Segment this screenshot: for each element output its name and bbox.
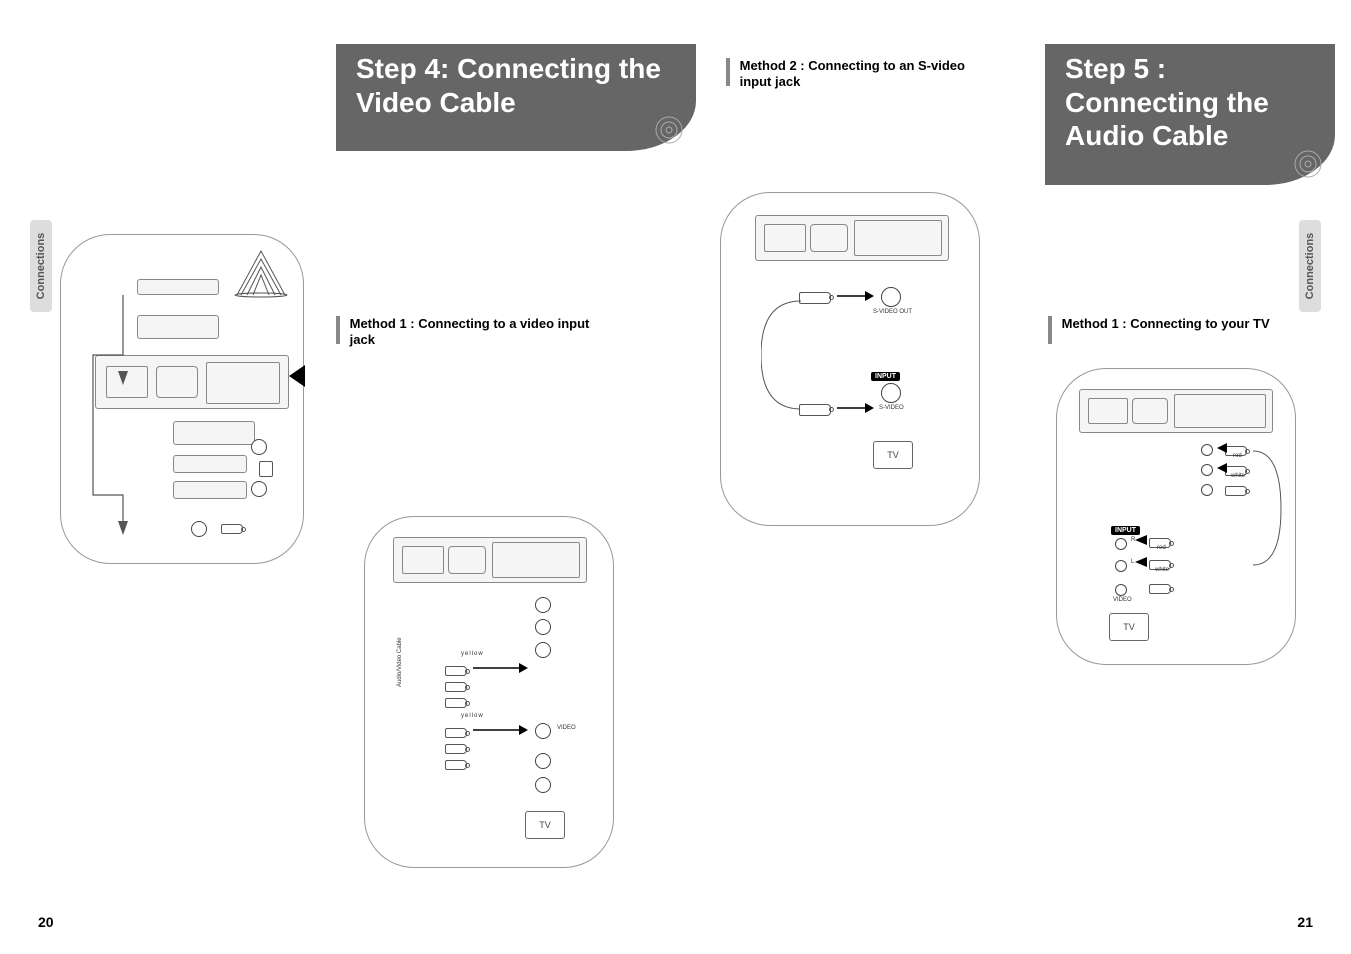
arrow-icon (1133, 555, 1147, 569)
method1-video-label: Method 1 : Connecting to a video input j… (336, 316, 610, 347)
white-label: white (1231, 473, 1245, 479)
method1-tv-text: Method 1 : Connecting to your TV (1062, 316, 1270, 332)
triangle-marker-icon (287, 365, 307, 387)
side-tab-right: Connections (1299, 220, 1321, 312)
arrow-icon (473, 661, 529, 675)
port (1201, 443, 1213, 461)
port (535, 777, 551, 798)
plug-icon (221, 521, 267, 539)
port (191, 521, 207, 542)
label-marker (1048, 316, 1052, 344)
disc-icon (1293, 149, 1323, 179)
input-label: INPUT (871, 372, 900, 381)
connection-overview-diagram (60, 234, 304, 564)
label-marker (726, 58, 730, 86)
device-box (173, 481, 247, 499)
cable-icon (1251, 449, 1283, 567)
video-label: VIDEO (557, 725, 576, 731)
dvd-recorder-icon (393, 537, 587, 583)
method1-video-text: Method 1 : Connecting to a video input j… (350, 316, 610, 347)
video-label: VIDEO (1113, 597, 1132, 603)
tv-box: TV (873, 441, 913, 469)
plug-icon (445, 695, 467, 713)
dvd-recorder-icon (1079, 389, 1273, 433)
port (1115, 537, 1127, 555)
device-box (173, 455, 247, 473)
red-label: red (1233, 453, 1242, 459)
video-input-diagram: yellow Audio/Video Cable yellow VIDEO TV (364, 516, 614, 868)
step4-header: Step 4: Connecting the Video Cable (336, 44, 696, 151)
method1-tv-label: Method 1 : Connecting to your TV (1048, 316, 1270, 344)
antenna-icon (231, 245, 291, 299)
svideo-label: S-VIDEO (879, 405, 904, 411)
arrow-icon (1133, 533, 1147, 547)
arrow-icon (837, 401, 875, 415)
av-cable-label: Audio/Video Cable (397, 637, 403, 687)
method2-svideo-text: Method 2 : Connecting to an S-video inpu… (740, 58, 1000, 89)
arrow-icon (1215, 461, 1227, 475)
tv-label: TV (1123, 622, 1135, 632)
port (251, 439, 267, 460)
port (535, 723, 551, 744)
port (251, 481, 267, 502)
disc-icon (654, 115, 684, 145)
step4-title: Step 4: Connecting the Video Cable (356, 52, 676, 119)
port (535, 642, 551, 663)
port (1201, 483, 1213, 501)
yellow-label: yellow (461, 651, 484, 657)
white-label: white (1155, 567, 1169, 573)
page-number-left: 20 (38, 914, 54, 930)
port (535, 597, 551, 618)
tv-label: TV (887, 450, 899, 460)
tv-box: TV (525, 811, 565, 839)
side-tab-left: Connections (30, 220, 52, 312)
label-marker (336, 316, 340, 344)
device-box (137, 315, 219, 339)
tv-box: TV (1109, 613, 1149, 641)
red-label: red (1157, 545, 1166, 551)
side-tab-label-left: Connections (35, 233, 47, 300)
device-box (173, 421, 255, 445)
input-tag: INPUT (871, 365, 900, 383)
tv-label: TV (539, 820, 551, 830)
plug-icon (1149, 581, 1171, 599)
device-box (137, 279, 219, 295)
step5-header: Step 5 : Connecting the Audio Cable (1045, 44, 1335, 185)
cable-icon (761, 295, 811, 415)
side-tab-label-right: Connections (1304, 233, 1316, 300)
s-video-plug-icon (799, 403, 831, 421)
page-number-right: 21 (1297, 914, 1313, 930)
port (535, 619, 551, 640)
plug-icon (1225, 483, 1247, 501)
plug-icon (445, 757, 467, 775)
flow-arrow (83, 295, 135, 535)
port (1115, 559, 1127, 577)
port (535, 753, 551, 774)
arrow-icon (473, 723, 529, 737)
dvd-recorder-icon (755, 215, 949, 261)
port (259, 461, 273, 477)
arrow-icon (837, 289, 875, 303)
arrow-icon (1215, 441, 1227, 455)
step5-title: Step 5 : Connecting the Audio Cable (1065, 52, 1315, 153)
yellow-label: yellow (461, 713, 484, 719)
port (1201, 463, 1213, 481)
svideo-out-label: S-VIDEO OUT (873, 309, 912, 315)
audio-tv-diagram: red white INPUT R L VIDEO red white (1056, 368, 1296, 665)
svideo-input-diagram: S-VIDEO OUT INPUT S-VIDEO TV (720, 192, 980, 526)
method2-svideo-label: Method 2 : Connecting to an S-video inpu… (726, 58, 1000, 89)
